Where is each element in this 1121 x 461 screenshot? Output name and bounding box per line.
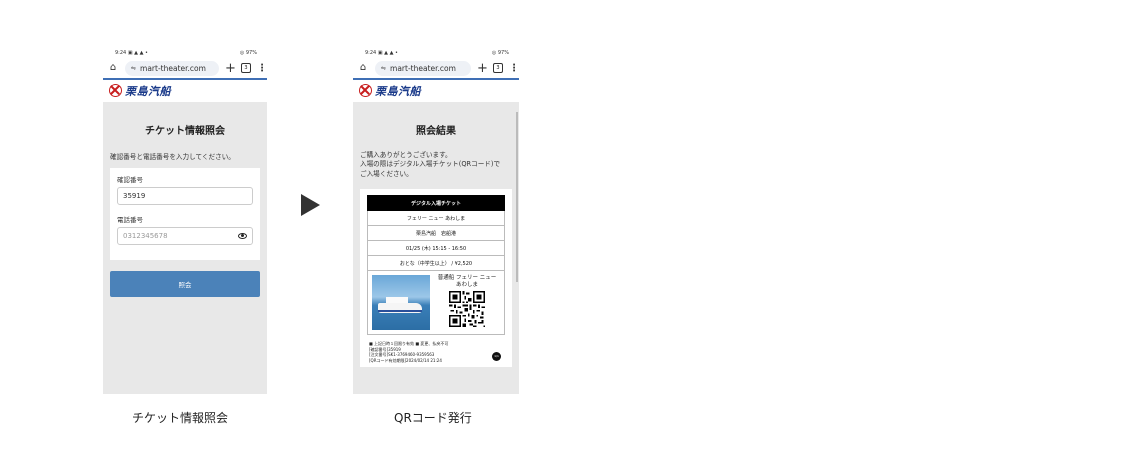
phone-screen-inquiry: 9:24 ▣ ▲ ▲ • ◎ 97% ⌂ ⇋ mart-theater.com …	[103, 44, 267, 394]
site-header: 栗島汽船	[103, 79, 267, 102]
vessel-name: 普通船 フェリー ニュー あわしま	[438, 275, 497, 289]
brand-logo-icon	[109, 84, 122, 97]
ticket-qr-area: 普通船 フェリー ニュー あわしま	[434, 275, 500, 330]
browser-toolbar: ⌂ ⇋ mart-theater.com + 3 ⋮	[353, 58, 519, 78]
ticket-ship: フェリー ニュー あわしま	[367, 211, 505, 226]
digital-ticket: デジタル入場チケット フェリー ニュー あわしま 栗島汽船 岩船港 01/25 …	[360, 189, 512, 368]
home-icon[interactable]: ⌂	[357, 62, 369, 74]
page-description: 確認番号と電話番号を入力してください。	[110, 152, 235, 161]
ticket-datetime: 01/25 (木) 15:15 - 16:50	[367, 241, 505, 256]
description-line: ご入場ください。	[360, 169, 413, 178]
address-bar[interactable]: ⇋ mart-theater.com	[375, 60, 471, 76]
confirm-number-input[interactable]: 35919	[117, 186, 253, 205]
phone-number-input[interactable]: 0312345678	[117, 226, 253, 245]
tab-switcher-button[interactable]: 3	[493, 63, 503, 73]
ticket-note: [QRコード有効期限]2024/02/14 21:24	[369, 357, 442, 363]
url-text: mart-theater.com	[390, 63, 456, 73]
phone-number-placeholder: 0312345678	[123, 231, 168, 240]
description-line: 入場の際はデジタル入場チケット(QRコード)で	[360, 160, 501, 168]
new-tab-icon[interactable]: +	[225, 61, 236, 76]
status-time: 9:24	[115, 50, 127, 56]
phone-screen-result: 9:24 ▣ ▲ ▲ • ◎ 97% ⌂ ⇋ mart-theater.com …	[353, 44, 519, 394]
arrow-right-icon	[301, 194, 320, 216]
ticket-notes: ■ 上記日時１回限り有効 ■ 変更、払戻不可 [確認番号]35919 [注文番号…	[367, 335, 505, 363]
url-text: mart-theater.com	[140, 63, 206, 73]
brand-logo-icon	[359, 84, 372, 97]
caption-qr-issue: QRコード発行	[394, 411, 472, 425]
phone-number-label: 電話番号	[117, 215, 143, 224]
battery-status: ◎ 97%	[491, 50, 509, 56]
notification-icons: ▣ ▲ ▲ •	[127, 50, 148, 56]
battery-status: ◎ 97%	[239, 50, 257, 56]
inquiry-form: 確認番号 35919 電話番号 0312345678	[110, 167, 260, 260]
eye-icon[interactable]	[238, 232, 247, 239]
main-content: 照会結果 ご購入ありがとうございます。 入場の際はデジタル入場チケット(QRコー…	[353, 101, 519, 394]
confirm-number-label: 確認番号	[117, 175, 143, 184]
vessel-name-line: あわしま	[455, 282, 478, 288]
scrollbar[interactable]	[516, 112, 518, 282]
site-settings-icon[interactable]: ⇋	[131, 65, 136, 72]
description-line: ご購入ありがとうございます。	[360, 150, 452, 159]
ticket-header: デジタル入場チケット	[367, 195, 505, 211]
notification-icons: ▣ ▲ ▲ •	[377, 50, 398, 56]
status-bar: 9:24 ▣ ▲ ▲ • ◎ 97%	[103, 48, 267, 58]
caption-inquiry: チケット情報照会	[132, 411, 229, 425]
page-title: 照会結果	[416, 125, 456, 137]
status-bar: 9:24 ▣ ▲ ▲ • ◎ 97%	[353, 48, 519, 58]
site-header: 栗島汽船	[353, 79, 519, 102]
vessel-name-line: 普通船 フェリー ニュー	[437, 275, 497, 281]
inquiry-submit-button[interactable]: 照会	[110, 270, 260, 297]
browser-toolbar: ⌂ ⇋ mart-theater.com + 3 ⋮	[103, 58, 267, 78]
more-menu-icon[interactable]: ⋮	[509, 63, 519, 74]
confirm-number-value: 35919	[123, 191, 146, 200]
tab-switcher-button[interactable]: 3	[241, 63, 251, 73]
new-tab-icon[interactable]: +	[477, 61, 488, 76]
ferry-photo	[372, 275, 430, 330]
brand-name[interactable]: 栗島汽船	[125, 83, 171, 99]
status-time: 9:24	[365, 50, 377, 56]
home-icon[interactable]: ⌂	[107, 62, 119, 74]
site-settings-icon[interactable]: ⇋	[381, 65, 386, 72]
ticket-company-port: 栗島汽船 岩船港	[367, 226, 505, 241]
main-content: チケット情報照会 確認番号と電話番号を入力してください。 確認番号 35919 …	[103, 101, 267, 394]
more-menu-icon[interactable]: ⋮	[257, 63, 267, 74]
result-description: ご購入ありがとうございます。 入場の際はデジタル入場チケット(QRコード)で ご…	[360, 151, 512, 180]
ticket-fare: おとな（中学生以上） / ¥2,520	[367, 256, 505, 271]
ticket-body: 普通船 フェリー ニュー あわしま	[367, 271, 505, 335]
page-title: チケット情報照会	[145, 125, 225, 137]
qr-code	[449, 291, 485, 327]
brand-name[interactable]: 栗島汽船	[375, 83, 421, 99]
address-bar[interactable]: ⇋ mart-theater.com	[125, 60, 219, 76]
